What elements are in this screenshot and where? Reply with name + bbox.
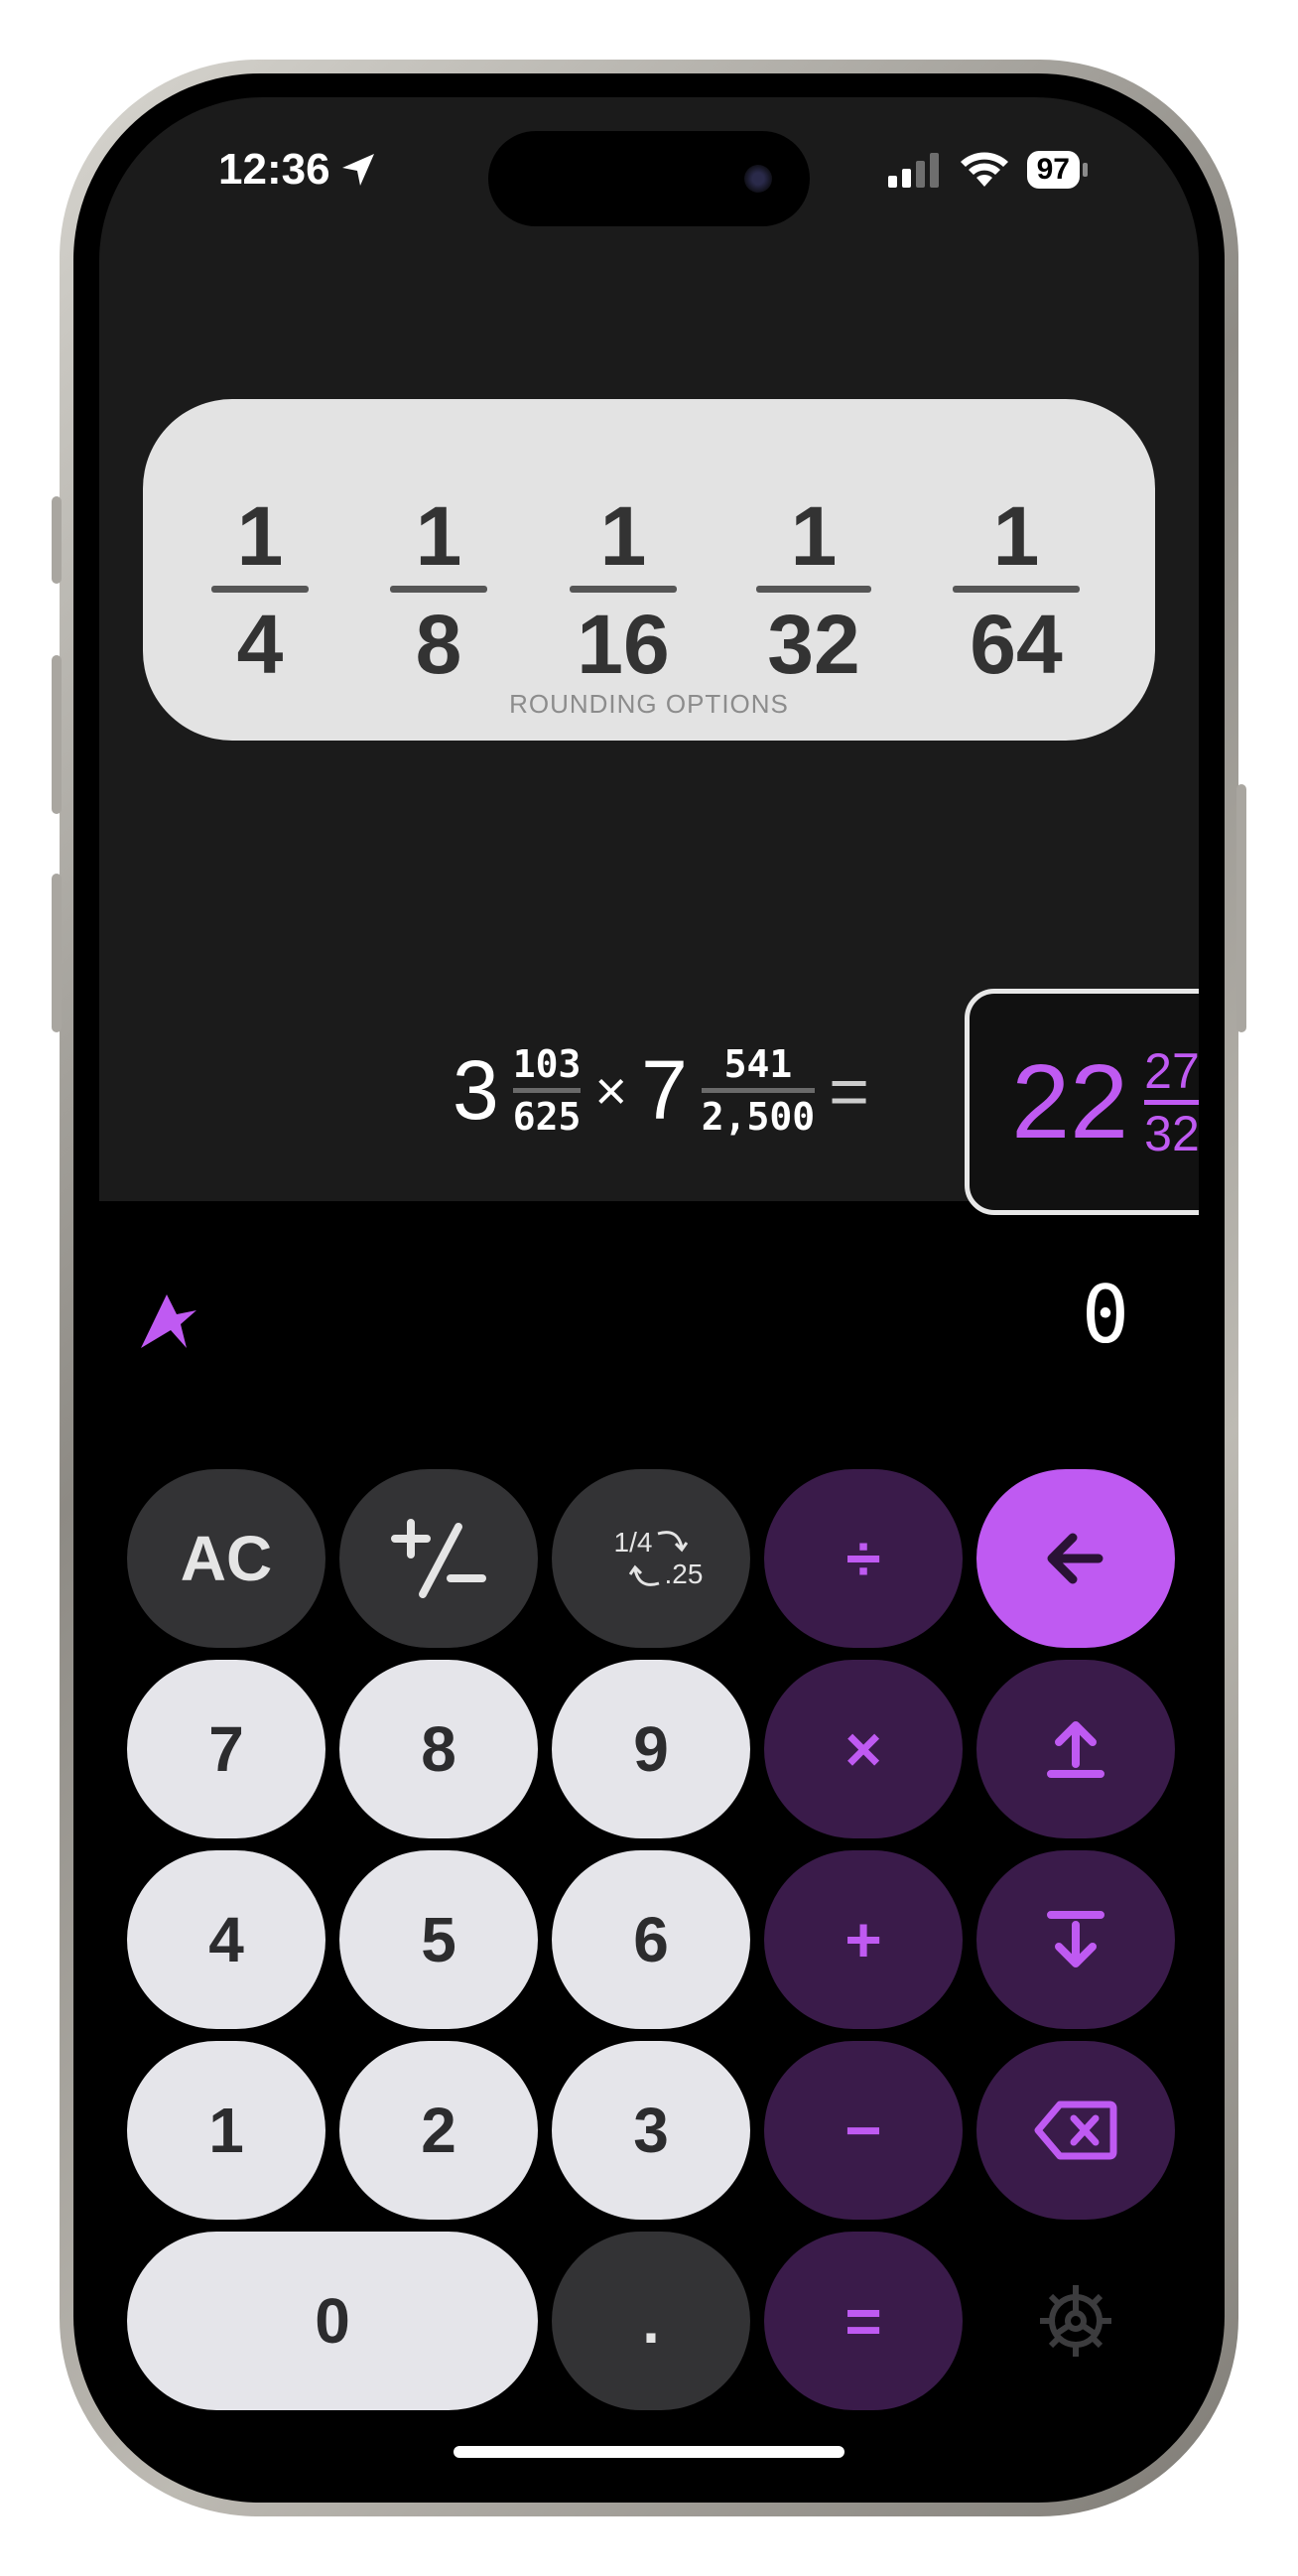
back-button[interactable] bbox=[976, 1469, 1175, 1648]
status-time: 12:36 bbox=[218, 145, 378, 195]
rounding-numerator: 1 bbox=[236, 489, 284, 583]
digit-7-button[interactable]: 7 bbox=[127, 1660, 325, 1838]
operand-b-fraction: 541 2,500 bbox=[701, 1042, 816, 1139]
rounding-numerator: 1 bbox=[599, 489, 647, 583]
volume-up-button bbox=[52, 655, 62, 814]
action-button bbox=[52, 496, 62, 584]
digit-2-button[interactable]: 2 bbox=[339, 2041, 538, 2220]
rounding-denominator: 16 bbox=[577, 598, 670, 691]
multiply-button[interactable]: × bbox=[764, 1660, 963, 1838]
volume-down-button bbox=[52, 874, 62, 1032]
upload-icon bbox=[1047, 1721, 1104, 1778]
operand-b-denominator: 2,500 bbox=[701, 1095, 816, 1139]
rounding-denominator: 32 bbox=[767, 598, 860, 691]
battery-icon: 97 bbox=[1026, 151, 1088, 189]
round-up-button[interactable] bbox=[976, 1660, 1175, 1838]
rounding-option-sixtyfourth[interactable]: 1 64 bbox=[953, 494, 1080, 686]
plus-minus-button[interactable] bbox=[339, 1469, 538, 1648]
digit-0-button[interactable]: 0 bbox=[127, 2232, 538, 2410]
rounding-numerator: 1 bbox=[415, 489, 462, 583]
power-button bbox=[1236, 784, 1246, 1032]
back-arrow-icon bbox=[1047, 1533, 1103, 1584]
status-icons: 97 bbox=[886, 151, 1088, 189]
battery-level: 97 bbox=[1026, 151, 1080, 189]
result-box[interactable]: 22 27 32 bbox=[965, 989, 1199, 1215]
rounding-option-eighth[interactable]: 1 8 bbox=[390, 494, 487, 686]
digit-8-button[interactable]: 8 bbox=[339, 1660, 538, 1838]
settings-button[interactable] bbox=[976, 2232, 1175, 2410]
rounding-numerator: 1 bbox=[790, 489, 838, 583]
rounding-denominator: 8 bbox=[415, 598, 462, 691]
digit-4-button[interactable]: 4 bbox=[127, 1850, 325, 2029]
operator: × bbox=[594, 1059, 628, 1122]
digit-6-button[interactable]: 6 bbox=[552, 1850, 750, 2029]
expression: 3 103 625 × 7 541 2,500 = bbox=[453, 1042, 869, 1139]
operand-a-numerator: 103 bbox=[512, 1042, 582, 1086]
round-down-button[interactable] bbox=[976, 1850, 1175, 2029]
wifi-icon bbox=[960, 152, 1008, 187]
rotate-arrow-icon-2 bbox=[628, 1564, 659, 1586]
operand-a-whole: 3 bbox=[453, 1043, 499, 1137]
time-text: 12:36 bbox=[218, 145, 330, 194]
equals-sign: = bbox=[829, 1051, 870, 1130]
rounding-denominator: 4 bbox=[236, 598, 284, 691]
plus-minus-icon bbox=[391, 1519, 486, 1598]
gear-icon bbox=[1040, 2285, 1111, 2357]
result-numerator: 27 bbox=[1144, 1042, 1199, 1099]
equals-button[interactable]: = bbox=[764, 2232, 963, 2410]
rotate-arrow-icon bbox=[658, 1531, 689, 1553]
digit-9-button[interactable]: 9 bbox=[552, 1660, 750, 1838]
fraction-decimal-toggle-button[interactable]: 1/4 .25 bbox=[552, 1469, 750, 1648]
add-button[interactable]: + bbox=[764, 1850, 963, 2029]
convert-fraction-label: 1/4 bbox=[613, 1527, 653, 1558]
home-indicator[interactable] bbox=[454, 2446, 844, 2458]
app-logo-icon[interactable] bbox=[137, 1288, 200, 1352]
operand-a-fraction: 103 625 bbox=[512, 1042, 582, 1139]
rounding-option-thirtysecond[interactable]: 1 32 bbox=[756, 494, 871, 686]
camera-lens bbox=[744, 165, 772, 193]
result-denominator: 32 bbox=[1144, 1105, 1199, 1161]
screen: 12:36 97 1 4 1 8 1 16 1 32 1 64 ROUNDING… bbox=[99, 97, 1199, 2476]
download-icon bbox=[1047, 1911, 1104, 1967]
rounding-option-sixteenth[interactable]: 1 16 bbox=[570, 494, 677, 686]
all-clear-button[interactable]: AC bbox=[127, 1469, 325, 1648]
operand-b-whole: 7 bbox=[641, 1043, 688, 1137]
subtract-button[interactable]: − bbox=[764, 2041, 963, 2220]
backspace-button[interactable] bbox=[976, 2041, 1175, 2220]
rounding-numerator: 1 bbox=[992, 489, 1040, 583]
rounding-options-panel: 1 4 1 8 1 16 1 32 1 64 ROUNDING OPTIONS bbox=[143, 399, 1155, 741]
backspace-icon bbox=[1034, 2101, 1117, 2160]
rounding-denominator: 64 bbox=[970, 598, 1063, 691]
digit-3-button[interactable]: 3 bbox=[552, 2041, 750, 2220]
digit-1-button[interactable]: 1 bbox=[127, 2041, 325, 2220]
rounding-options-label: ROUNDING OPTIONS bbox=[509, 689, 789, 719]
convert-decimal-label: .25 bbox=[664, 1559, 704, 1589]
divide-button[interactable]: ÷ bbox=[764, 1469, 963, 1648]
decimal-point-button[interactable]: . bbox=[552, 2232, 750, 2410]
location-arrow-icon bbox=[341, 154, 374, 186]
input-readout: 0 bbox=[1081, 1269, 1129, 1361]
rounding-option-quarter[interactable]: 1 4 bbox=[211, 494, 309, 686]
digit-5-button[interactable]: 5 bbox=[339, 1850, 538, 2029]
result-whole: 22 bbox=[1011, 1042, 1129, 1160]
signal-icon bbox=[887, 153, 939, 188]
operand-b-numerator: 541 bbox=[723, 1042, 793, 1086]
result-fraction: 27 32 bbox=[1144, 1045, 1199, 1159]
operand-a-denominator: 625 bbox=[512, 1095, 582, 1139]
